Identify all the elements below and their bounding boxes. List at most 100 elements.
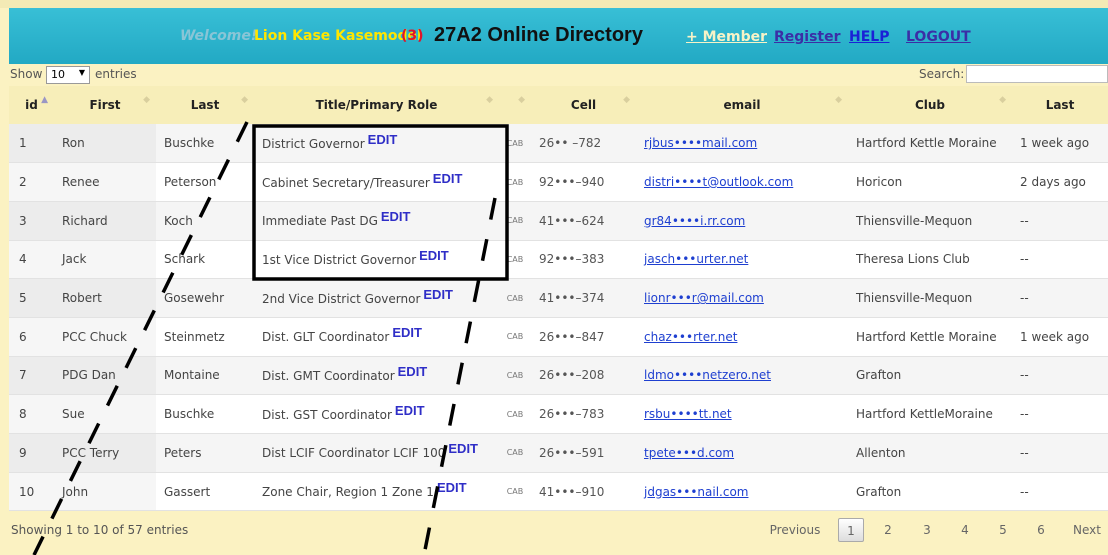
role-text: 2nd Vice District Governor [262, 291, 421, 306]
club-name: Hartford KettleMoraine [848, 394, 1012, 434]
role-cell: Dist. GST Coordinator EDIT [254, 394, 499, 434]
edit-link[interactable]: EDIT [448, 441, 478, 456]
edit-link[interactable]: EDIT [368, 132, 398, 147]
help-link[interactable]: HELP [849, 29, 889, 45]
table-header-row: id ▲ First ◆ Last ◆ Title/Primary Role ◆ ◆ C… [9, 86, 1108, 124]
table-row[interactable]: 3 Richard Koch Immediate Past DG EDIT CAB 41••… [9, 201, 1108, 241]
email-cell: rjbus••••mail.com [636, 124, 848, 164]
username: Lion Kase Kasemodel [254, 28, 422, 44]
role-text: Dist LCIF Coordinator LCIF 100 [262, 446, 446, 461]
email-link[interactable]: rsbu••••tt.net [644, 407, 732, 421]
page-button-6[interactable]: 6 [1031, 518, 1051, 542]
first-name: Richard [54, 201, 156, 241]
role-cell: Dist LCIF Coordinator LCIF 100 EDIT [254, 433, 499, 473]
table-controls: Show 10 ▼ entries Search: [9, 65, 1108, 86]
email-cell: jasch•••urter.net [636, 240, 848, 280]
col-header-club[interactable]: Club ◆ [848, 86, 1012, 124]
entries-length-select[interactable]: 10 ▼ [46, 66, 90, 84]
cell-phone: 26•• –782 [531, 124, 636, 164]
cell-phone: 26•••–208 [531, 356, 636, 396]
email-link[interactable]: jdgas•••nail.com [644, 485, 748, 499]
previous-button[interactable]: Previous [765, 518, 825, 542]
col-header-last[interactable]: Last ◆ [156, 86, 254, 124]
row-id: 3 [9, 201, 54, 241]
last-seen: 1 week ago [1012, 317, 1108, 357]
first-name: PDG Dan [54, 356, 156, 396]
logout-link[interactable]: LOGOUT [906, 29, 971, 45]
page-button-1[interactable]: 1 [838, 518, 864, 542]
row-id: 6 [9, 317, 54, 357]
role-cell: Dist. GLT Coordinator EDIT [254, 317, 499, 357]
next-button[interactable]: Next [1069, 518, 1105, 542]
cab-label: CAB [499, 394, 531, 434]
page-button-5[interactable]: 5 [993, 518, 1013, 542]
email-link[interactable]: lionr•••r@mail.com [644, 291, 764, 305]
sort-icon: ◆ [835, 95, 842, 105]
col-header-cell[interactable]: Cell ◆ [531, 86, 636, 124]
cab-label: CAB [499, 317, 531, 357]
edit-link[interactable]: EDIT [395, 403, 425, 418]
edit-link[interactable]: EDIT [419, 248, 449, 263]
welcome-text: Welcome! [180, 28, 258, 44]
row-id: 5 [9, 278, 54, 318]
table-row[interactable]: 7 PDG Dan Montaine Dist. GMT Coordinator EDI… [9, 356, 1108, 396]
edit-link[interactable]: EDIT [437, 480, 467, 495]
table-footer: Showing 1 to 10 of 57 entries Previous 1… [9, 510, 1108, 550]
edit-link[interactable]: EDIT [423, 287, 453, 302]
email-link[interactable]: gr84••••i.rr.com [644, 214, 745, 228]
email-cell: jdgas•••nail.com [636, 472, 848, 512]
last-name: Montaine [156, 356, 254, 396]
page-title: 27A2 Online Directory [434, 24, 643, 46]
col-header-id[interactable]: id ▲ [9, 86, 54, 124]
table-row[interactable]: 1 Ron Buschke District Governor EDIT CAB 26•• … [9, 124, 1108, 164]
edit-link[interactable]: EDIT [381, 209, 411, 224]
role-cell: Zone Chair, Region 1 Zone 1 EDIT [254, 472, 499, 512]
email-link[interactable]: ldmo••••netzero.net [644, 368, 771, 382]
email-cell: tpete•••d.com [636, 433, 848, 473]
last-name: Steinmetz [156, 317, 254, 357]
last-name: Gassert [156, 472, 254, 512]
table-row[interactable]: 10 John Gassert Zone Chair, Region 1 Zone 1… [9, 472, 1108, 512]
table-row[interactable]: 4 Jack Schark 1st Vice District Governor EDI… [9, 240, 1108, 280]
cell-phone: 26•••–783 [531, 394, 636, 434]
col-header-role[interactable]: Title/Primary Role ◆ [254, 86, 499, 124]
table-row[interactable]: 8 Sue Buschke Dist. GST Coordinator EDIT CAB 2… [9, 394, 1108, 434]
col-header-last-seen[interactable]: Last [1012, 86, 1108, 124]
role-text: 1st Vice District Governor [262, 252, 417, 267]
register-link[interactable]: Register [774, 29, 841, 45]
cab-label: CAB [499, 201, 531, 241]
club-name: Allenton [848, 433, 1012, 473]
edit-link[interactable]: EDIT [392, 325, 422, 340]
email-link[interactable]: jasch•••urter.net [644, 252, 748, 266]
edit-link[interactable]: EDIT [398, 364, 428, 379]
table-row[interactable]: 9 PCC Terry Peters Dist LCIF Coordinator LC… [9, 433, 1108, 473]
first-name: Sue [54, 394, 156, 434]
search-input[interactable] [966, 65, 1108, 83]
email-link[interactable]: distri••••t@outlook.com [644, 175, 793, 189]
table-row[interactable]: 5 Robert Gosewehr 2nd Vice District Governo… [9, 278, 1108, 318]
directory-table-wrap: id ▲ First ◆ Last ◆ Title/Primary Role ◆ ◆ C… [9, 86, 1108, 512]
search-label: Search: [919, 67, 965, 81]
email-link[interactable]: rjbus••••mail.com [644, 136, 757, 150]
page-button-4[interactable]: 4 [955, 518, 975, 542]
col-header-first[interactable]: First ◆ [54, 86, 156, 124]
club-name: Hartford Kettle Moraine [848, 124, 1012, 164]
table-row[interactable]: 2 Renee Peterson Cabinet Secretary/Treasure… [9, 162, 1108, 202]
club-name: Grafton [848, 356, 1012, 396]
page-button-2[interactable]: 2 [878, 518, 898, 542]
sort-icon: ◆ [486, 95, 493, 105]
email-link[interactable]: chaz•••rter.net [644, 330, 737, 344]
first-name: John [54, 472, 156, 512]
email-link[interactable]: tpete•••d.com [644, 446, 734, 460]
page-button-3[interactable]: 3 [917, 518, 937, 542]
last-name: Buschke [156, 394, 254, 434]
club-name: Thiensville-Mequon [848, 278, 1012, 318]
col-header-cab[interactable]: ◆ [499, 86, 531, 124]
add-member-link[interactable]: + Member [686, 29, 767, 45]
edit-link[interactable]: EDIT [433, 171, 463, 186]
notification-count[interactable]: (3) [401, 28, 424, 44]
last-name: Peterson [156, 162, 254, 202]
table-row[interactable]: 6 PCC Chuck Steinmetz Dist. GLT Coordinator… [9, 317, 1108, 357]
col-header-email[interactable]: email ◆ [636, 86, 848, 124]
row-id: 4 [9, 240, 54, 280]
